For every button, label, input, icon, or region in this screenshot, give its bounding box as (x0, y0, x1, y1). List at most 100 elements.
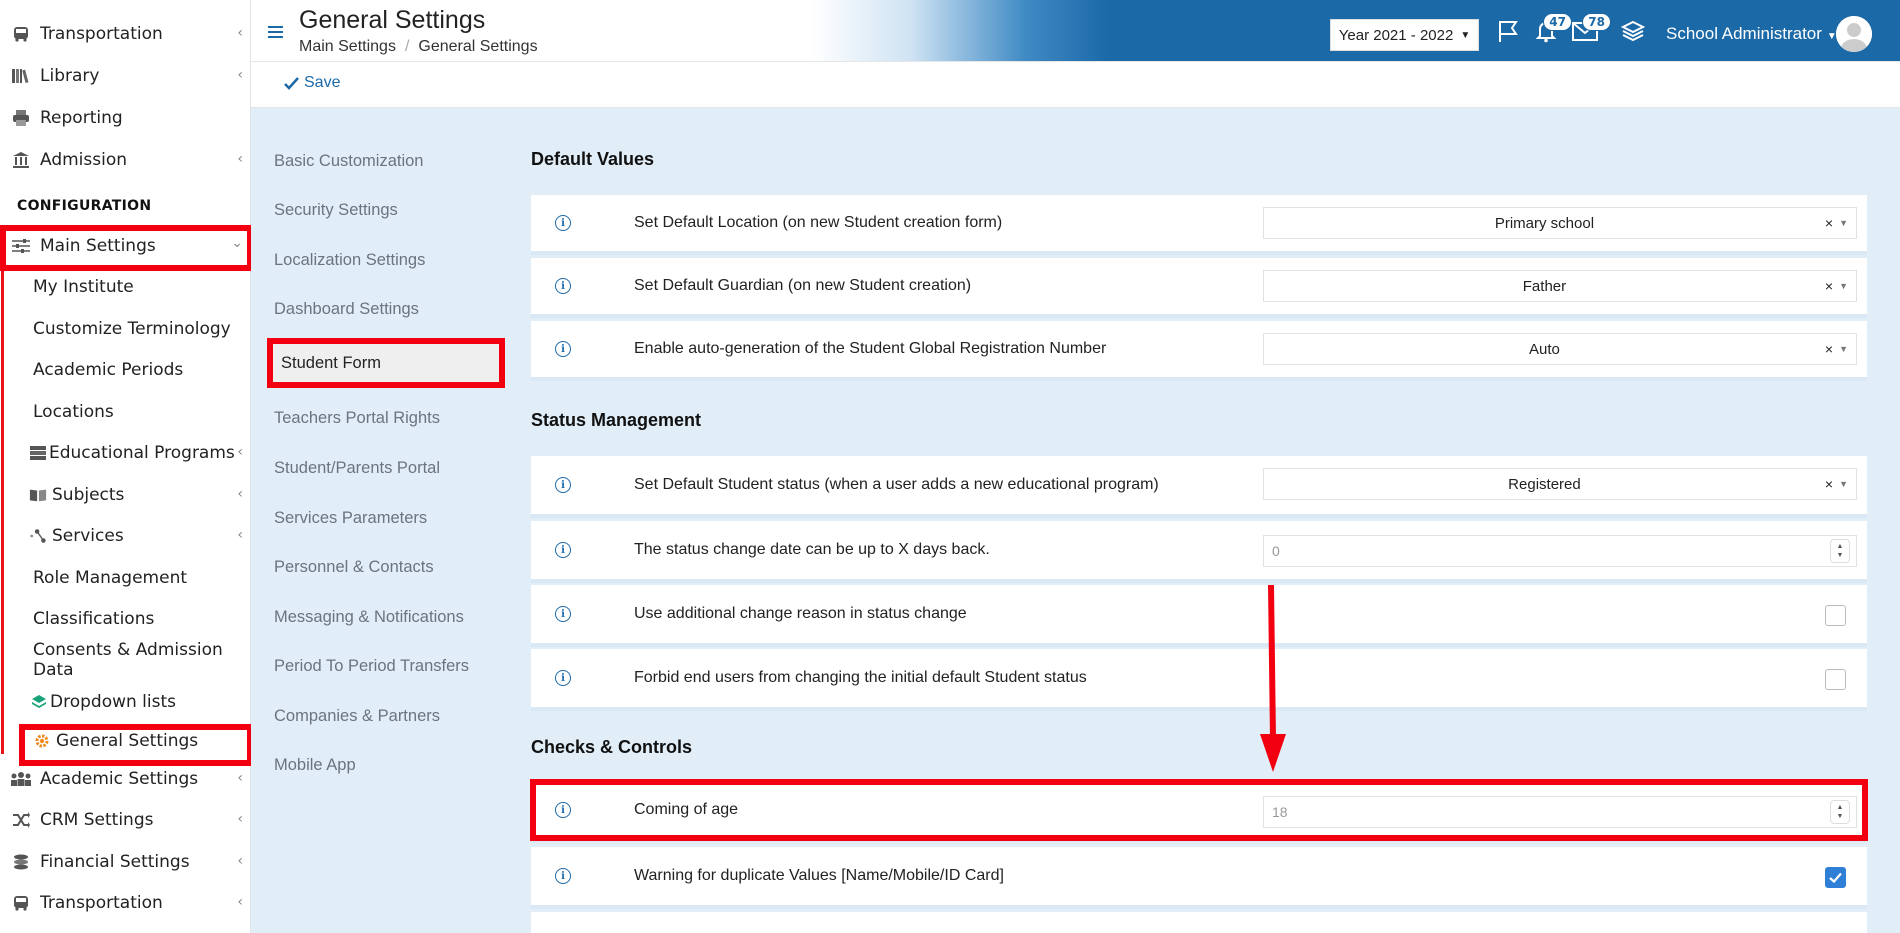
sidebar-item-label: Main Settings (40, 236, 156, 256)
sidebar-item-transportation-bottom[interactable]: Transportation ‹ (0, 886, 250, 920)
select-value: Father (1522, 277, 1567, 295)
sidebar-item-classifications[interactable]: Classifications (0, 602, 250, 636)
users-icon (10, 769, 32, 789)
forbid-status-change-checkbox[interactable] (1825, 669, 1846, 690)
caret-down-icon: ▼ (1839, 344, 1848, 354)
info-icon[interactable]: i (555, 868, 571, 884)
setting-row-status-change-days: i The status change date can be up to X … (531, 521, 1867, 583)
settings-nav-services-parameters[interactable]: Services Parameters (274, 509, 427, 528)
status-change-days-input[interactable]: 0 ▲ ▼ (1263, 535, 1857, 567)
layers-icon (30, 693, 48, 711)
sidebar-item-financial-settings[interactable]: Financial Settings ‹ (0, 845, 250, 879)
setting-row-duplicate-warning: i Warning for duplicate Values [Name/Mob… (531, 847, 1867, 909)
section-title-status-management: Status Management (531, 410, 702, 430)
settings-nav-mobile-app[interactable]: Mobile App (274, 756, 356, 775)
sidebar-item-academic-periods[interactable]: Academic Periods (0, 353, 250, 387)
setting-label: Use additional change reason in status c… (634, 605, 967, 622)
clear-icon[interactable]: × (1825, 341, 1833, 357)
sidebar-item-academic-settings[interactable]: Academic Settings ‹ (0, 762, 250, 796)
sidebar-item-educational-programs[interactable]: Educational Programs ‹ (0, 436, 250, 470)
settings-nav-student-parents-portal[interactable]: Student/Parents Portal (274, 459, 440, 478)
sidebar-item-admission[interactable]: Admission ‹ (0, 143, 250, 177)
duplicate-warning-checkbox[interactable] (1825, 867, 1846, 888)
chevron-left-icon: ‹ (237, 527, 243, 543)
chevron-left-icon: ‹ (237, 67, 243, 83)
select-value: Registered (1508, 475, 1581, 493)
check-icon (1829, 872, 1842, 883)
chevron-left-icon: ‹ (237, 25, 243, 41)
sidebar-item-label: CRM Settings (40, 810, 154, 830)
envelope-icon[interactable]: 78 (1571, 13, 1611, 45)
avatar[interactable] (1836, 16, 1872, 52)
sidebar-item-consents-admission[interactable]: Consents & Admission Data (0, 640, 250, 680)
server-icon (29, 444, 47, 462)
settings-nav-security-settings[interactable]: Security Settings (274, 201, 398, 220)
sidebar-item-crm-settings[interactable]: CRM Settings ‹ (0, 803, 250, 837)
clear-icon[interactable]: × (1825, 476, 1833, 492)
setting-row-auto-registration-number: i Enable auto-generation of the Student … (531, 321, 1867, 381)
action-toolbar: Save (251, 62, 1900, 108)
settings-nav-personnel-contacts[interactable]: Personnel & Contacts (274, 558, 434, 577)
settings-nav-dashboard-settings[interactable]: Dashboard Settings (274, 300, 419, 319)
sidebar-item-reporting[interactable]: Reporting (0, 101, 250, 135)
additional-change-reason-checkbox[interactable] (1825, 605, 1846, 626)
breadcrumb-item[interactable]: Main Settings (299, 38, 396, 55)
info-icon[interactable]: i (555, 215, 571, 231)
auto-registration-select[interactable]: Auto × ▼ (1263, 333, 1857, 365)
settings-nav-period-transfers[interactable]: Period To Period Transfers (274, 657, 469, 676)
info-icon[interactable]: i (555, 606, 571, 622)
page-title: General Settings (299, 6, 486, 34)
check-icon (284, 76, 299, 90)
sidebar-item-label: Customize Terminology (33, 319, 231, 339)
info-icon[interactable]: i (555, 477, 571, 493)
stepper-arrows-icon[interactable]: ▲ ▼ (1830, 539, 1850, 563)
sidebar-item-locations[interactable]: Locations (0, 395, 250, 429)
sidebar-item-library[interactable]: Library ‹ (0, 59, 250, 93)
clear-icon[interactable]: × (1825, 215, 1833, 231)
sidebar-item-role-management[interactable]: Role Management (0, 561, 250, 595)
save-button[interactable]: Save (284, 74, 340, 92)
sidebar: Transportation ‹ Library ‹ Reporting Adm… (0, 0, 251, 933)
sidebar-item-general-settings[interactable]: General Settings (0, 724, 250, 758)
flag-icon[interactable] (1494, 17, 1522, 45)
default-location-select[interactable]: Primary school × ▼ (1263, 207, 1857, 239)
info-icon[interactable]: i (555, 542, 571, 558)
sidebar-item-dropdown-lists[interactable]: Dropdown lists (0, 685, 250, 719)
settings-nav-basic-customization[interactable]: Basic Customization (274, 152, 423, 171)
setting-label: Coming of age (634, 801, 739, 818)
breadcrumb-separator: / (404, 38, 410, 55)
year-selector[interactable]: Year 2021 - 2022 ▼ (1330, 19, 1479, 51)
info-icon[interactable]: i (555, 278, 571, 294)
sidebar-item-services[interactable]: Services ‹ (0, 519, 250, 553)
coins-icon (10, 852, 32, 872)
setting-label: Set Default Location (on new Student cre… (634, 214, 1003, 231)
sidebar-item-subjects[interactable]: Subjects ‹ (0, 478, 250, 512)
user-menu[interactable]: School Administrator ▼ (1666, 24, 1837, 44)
number-value: 0 (1272, 543, 1280, 559)
sidebar-item-label: Role Management (33, 568, 188, 588)
coming-of-age-input[interactable]: 18 ▲ ▼ (1263, 796, 1857, 828)
layers-plus-icon[interactable] (1619, 17, 1647, 45)
info-icon[interactable]: i (555, 670, 571, 686)
settings-nav-teachers-portal-rights[interactable]: Teachers Portal Rights (274, 409, 440, 428)
settings-nav-companies-partners[interactable]: Companies & Partners (274, 707, 440, 726)
sidebar-item-transportation[interactable]: Transportation ‹ (0, 17, 250, 51)
sidebar-item-customize-terminology[interactable]: Customize Terminology (0, 312, 250, 346)
chevron-left-icon: ‹ (237, 853, 243, 869)
sidebar-item-label: Admission (40, 150, 128, 170)
sidebar-item-label: Consents & Admission Data (33, 640, 223, 680)
info-icon[interactable]: i (555, 341, 571, 357)
settings-nav-localization-settings[interactable]: Localization Settings (274, 251, 425, 270)
settings-nav-student-form[interactable]: Student Form (267, 338, 505, 388)
nodes-icon (29, 527, 47, 545)
stepper-arrows-icon[interactable]: ▲ ▼ (1830, 800, 1850, 824)
info-icon[interactable]: i (555, 802, 571, 818)
hamburger-menu-icon[interactable] (268, 26, 283, 38)
clear-icon[interactable]: × (1825, 278, 1833, 294)
default-student-status-select[interactable]: Registered × ▼ (1263, 468, 1857, 500)
settings-nav-messaging-notifications[interactable]: Messaging & Notifications (274, 608, 464, 627)
sidebar-item-my-institute[interactable]: My Institute (0, 270, 250, 304)
bell-icon[interactable]: 47 (1532, 13, 1572, 45)
sidebar-item-main-settings[interactable]: Main Settings ⌄ (0, 229, 250, 263)
default-guardian-select[interactable]: Father × ▼ (1263, 270, 1857, 302)
